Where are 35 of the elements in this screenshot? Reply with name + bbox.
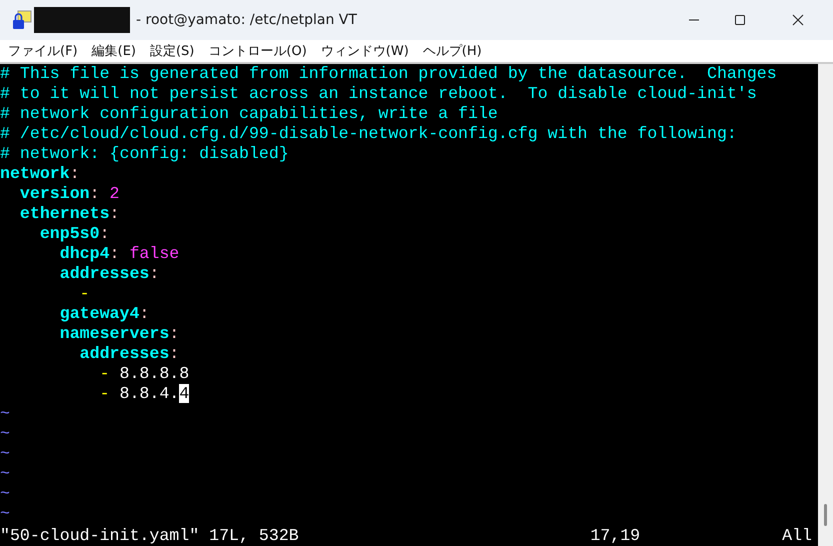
scroll-position: All	[782, 526, 812, 546]
menu-item[interactable]: ファイル(F)	[2, 42, 84, 60]
padlock-terminal-icon	[12, 10, 32, 30]
code-line: gateway4:	[58, 304, 150, 324]
code-line: - 8.8.8.8	[98, 364, 190, 384]
empty-line-marker: ~	[0, 424, 10, 444]
comment-line: # /etc/cloud/cloud.cfg.d/99-disable-network-config.cfg with the following:	[0, 124, 737, 144]
code-line: network:	[0, 164, 80, 184]
code-line: addresses:	[78, 344, 180, 364]
code-line: dhcp4: false	[58, 244, 180, 264]
code-line: enp5s0:	[38, 224, 110, 244]
empty-line-marker: ~	[0, 484, 10, 504]
code-line: ethernets:	[18, 204, 120, 224]
empty-line-marker: ~	[0, 464, 10, 484]
empty-line-marker: ~	[0, 404, 10, 424]
file-info-message: "50-cloud-init.yaml" 17L, 532B	[0, 526, 299, 546]
code-line: addresses:	[58, 264, 160, 284]
code-line: nameservers:	[58, 324, 180, 344]
menu-item[interactable]: 編集(E)	[86, 42, 142, 60]
code-line: version: 2	[18, 184, 120, 204]
comment-line: # network: {config: disabled}	[0, 144, 289, 164]
empty-line-marker: ~	[0, 444, 10, 464]
menu-item[interactable]: コントロール(O)	[202, 42, 313, 60]
comment-line: # to it will not persist across an instance reboot. To disable cloud-init's	[0, 84, 757, 104]
cursor-position: 17,19	[590, 526, 640, 546]
comment-line: # network configuration capabilities, write a file	[0, 104, 498, 124]
menu-item[interactable]: ウィンドウ(W)	[314, 42, 415, 60]
window-title: - root@yamato: /etc/netplan VT	[136, 12, 357, 28]
menu-item[interactable]: 設定(S)	[144, 42, 200, 60]
comment-line: # This file is generated from information provided by the datasource. Changes	[0, 64, 777, 84]
menu-item[interactable]: ヘルプ(H)	[416, 42, 488, 60]
empty-line-marker: ~	[0, 504, 10, 524]
scrollbar[interactable]	[818, 64, 833, 546]
code-line: - 8.8.4.4	[98, 384, 190, 404]
code-line: -	[78, 284, 90, 304]
